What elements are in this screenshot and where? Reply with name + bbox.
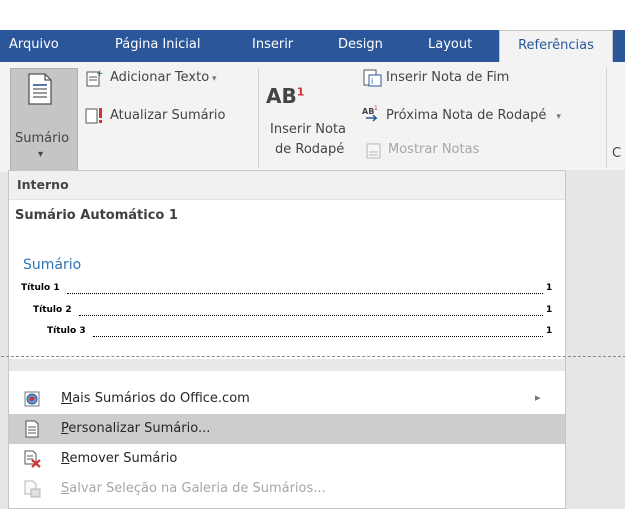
customize-toc-icon [25,420,39,438]
top-gap [0,0,625,30]
adicionar-texto-label: Adicionar Texto [110,70,210,85]
inserir-nota-fim-button[interactable]: Inserir Nota de Fim [386,70,509,85]
menu-label-mais-sumarios: Mais Sumários do Office.com [61,391,250,406]
group-separator-right [606,68,607,168]
menu-item-remover-sumario[interactable]: Remover Sumário [9,444,565,474]
svg-text:+: + [96,69,104,79]
preview-entry-1: Título 1 [21,283,60,293]
section-header: Interno [9,171,565,200]
preview-entry-2: Título 2 [33,305,72,315]
endnote-icon: i [363,69,382,87]
atualizar-sumario-button[interactable]: Atualizar Sumário [110,108,226,123]
ribbon-panel: Sumário ▾ + Adicionar Texto ▾ Atualizar … [0,62,625,182]
menu-label-remover: Remover Sumário [61,451,178,466]
gallery-separator-dashed [1,356,625,357]
preview-heading: Sumário [23,257,82,273]
svg-text:i: i [371,77,373,86]
sumario-label: Sumário [15,131,70,146]
group-separator [258,68,259,168]
toc-document-icon [28,73,52,105]
sumario-button[interactable]: Sumário ▾ [10,68,78,172]
gallery-resize-band [9,359,565,371]
preview-dots-3 [93,335,543,337]
toc-dropdown: Interno Sumário Automático 1 Sumário Tít… [1,170,625,509]
tab-arquivo[interactable]: Arquivo [9,30,59,62]
adicionar-texto-button[interactable]: Adicionar Texto ▾ [110,70,217,85]
add-text-icon: + [86,69,104,87]
ribbon-right-area [566,170,625,358]
menu-item-personalizar-sumario[interactable]: Personalizar Sumário... [9,414,565,444]
menu-label-personalizar: Personalizar Sumário... [61,421,211,436]
mostrar-notas-button[interactable]: Mostrar Notas [388,142,479,157]
sumario-dropdown-arrow: ▾ [38,149,44,160]
office-globe-icon [24,391,40,407]
menu-label-salvar: Salvar Seleção na Galeria de Sumários... [61,481,326,496]
tab-layout[interactable]: Layout [428,30,472,62]
tab-design[interactable]: Design [338,30,383,62]
tab-referencias[interactable]: Referências [499,30,613,64]
svg-text:1: 1 [374,105,378,112]
gallery-item-sumario-automatico-1[interactable]: Sumário Automático 1 Sumário Título 1 1 … [9,199,565,357]
proxima-nota-button[interactable]: Próxima Nota de Rodapé ▾ [386,108,561,123]
next-group-label-cut: C [612,146,622,161]
show-notes-icon [366,143,381,159]
section-header-label: Interno [17,177,69,192]
save-selection-icon [24,480,41,498]
remove-toc-icon [24,450,41,468]
refresh-toc-icon [85,108,102,124]
proxima-nota-label: Próxima Nota de Rodapé [386,108,547,123]
menu-item-mais-sumarios[interactable]: Mais Sumários do Office.com ▸ [9,384,565,414]
footnote-ab-icon: AB1 [266,84,305,108]
ribbon-tab-bar: Arquivo Página Inicial Inserir Design La… [0,30,625,64]
submenu-arrow-icon: ▸ [535,391,541,404]
preview-page-1: 1 [546,283,553,293]
tab-pagina-inicial[interactable]: Página Inicial [115,30,200,62]
preview-entry-3: Título 3 [47,326,86,336]
preview-page-2: 1 [546,305,553,315]
inserir-nota-rodape-line2[interactable]: de Rodapé [275,142,344,157]
preview-dots-1 [67,292,543,294]
inserir-nota-rodape-line1[interactable]: Inserir Nota [270,122,346,137]
tab-inserir[interactable]: Inserir [252,30,293,62]
preview-page-3: 1 [546,326,553,336]
next-footnote-icon: AB 1 [362,105,378,122]
preview-dots-2 [79,314,543,316]
gallery-item-title: Sumário Automático 1 [15,208,178,223]
menu-item-salvar-selecao[interactable]: Salvar Seleção na Galeria de Sumários... [9,474,565,504]
svg-text:AB: AB [362,107,374,116]
